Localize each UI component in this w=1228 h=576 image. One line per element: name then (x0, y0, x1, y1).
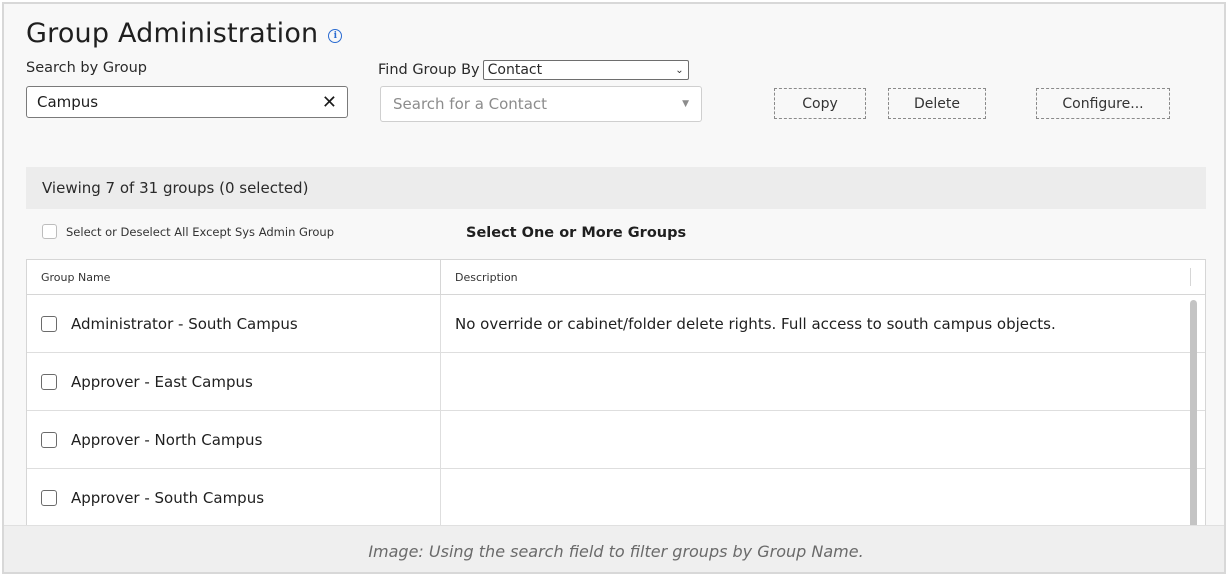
group-name-cell: Approver - East Campus (27, 353, 441, 410)
table-row: Approver - South Campus (27, 469, 1205, 527)
group-name: Approver - North Campus (71, 430, 263, 449)
group-description (441, 353, 1205, 410)
group-name: Administrator - South Campus (71, 314, 298, 333)
page-frame: Group Administration i Search by Group F… (2, 2, 1226, 574)
select-groups-heading: Select One or More Groups (466, 225, 687, 241)
select-all-label: Select or Deselect All Except Sys Admin … (66, 224, 335, 239)
group-name: Approver - South Campus (71, 488, 265, 507)
row-checkbox[interactable] (41, 489, 57, 506)
table-header: Group Name Description (27, 260, 1205, 295)
close-icon[interactable]: ✕ (322, 92, 337, 113)
group-description: No override or cabinet/folder delete rig… (455, 314, 1056, 333)
table-row: Approver - North Campus (27, 411, 1205, 469)
group-name-cell: Approver - North Campus (27, 411, 441, 468)
group-search-input[interactable]: Campus ✕ (26, 86, 348, 118)
group-description (441, 469, 1205, 526)
group-description (441, 411, 1205, 468)
search-by-group-label: Search by Group (26, 60, 147, 76)
find-group-by-label: Find Group By (378, 62, 480, 78)
find-group-by-value: Contact (487, 62, 543, 78)
group-name: Approver - East Campus (71, 372, 253, 391)
title-row: Group Administration i (26, 18, 343, 49)
find-group-by: Find Group By Contact ⌄ (378, 60, 689, 80)
find-group-by-select[interactable]: Contact ⌄ (482, 60, 689, 80)
group-search-value: Campus (37, 93, 99, 111)
select-all-row: Select or Deselect All Except Sys Admin … (42, 224, 334, 239)
row-checkbox[interactable] (41, 373, 57, 390)
row-checkbox[interactable] (41, 431, 57, 448)
group-name-cell: Administrator - South Campus (27, 295, 441, 352)
column-header-group-name[interactable]: Group Name (27, 260, 441, 294)
copy-button[interactable]: Copy (774, 88, 866, 119)
group-name-cell: Approver - South Campus (27, 469, 441, 526)
image-caption: Image: Using the search field to filter … (4, 525, 1224, 572)
table-row: Administrator - South Campus No override… (27, 295, 1205, 353)
column-header-description[interactable]: Description (441, 260, 1205, 294)
delete-button[interactable]: Delete (888, 88, 986, 119)
info-icon[interactable]: i (328, 28, 343, 43)
row-checkbox[interactable] (41, 315, 57, 332)
contact-search-placeholder: Search for a Contact (393, 95, 548, 113)
caret-down-icon: ▼ (682, 99, 689, 109)
contact-search-input[interactable]: Search for a Contact ▼ (380, 86, 702, 122)
table-row: Approver - East Campus (27, 353, 1205, 411)
page-title: Group Administration (26, 18, 319, 49)
chevron-down-icon: ⌄ (675, 64, 684, 76)
viewing-status-bar: Viewing 7 of 31 groups (0 selected) (26, 167, 1206, 209)
viewing-status-text: Viewing 7 of 31 groups (0 selected) (42, 179, 309, 197)
select-all-checkbox[interactable] (42, 224, 57, 239)
table-scrollbar[interactable] (1190, 300, 1197, 540)
configure-button[interactable]: Configure... (1036, 88, 1170, 119)
